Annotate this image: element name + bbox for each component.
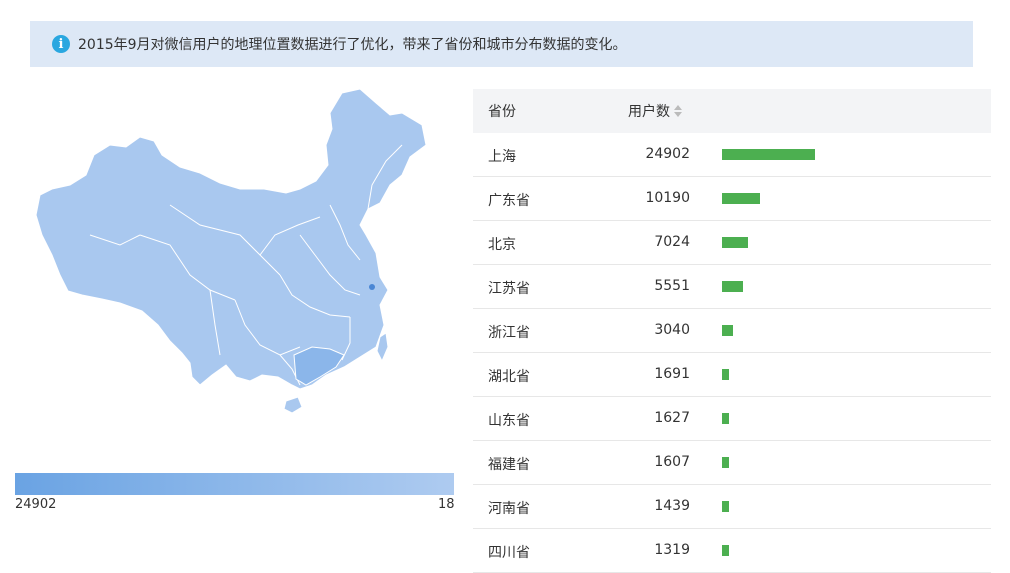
user-count: 24902 [645, 146, 690, 162]
column-header-users[interactable]: 用户数 [628, 101, 682, 121]
column-header-users-label: 用户数 [628, 104, 670, 120]
china-map[interactable] [30, 85, 440, 425]
table-row[interactable]: 山东省 1627 [473, 397, 991, 441]
table-row[interactable]: 江苏省 5551 [473, 265, 991, 309]
user-count-bar [722, 281, 743, 292]
user-count: 1319 [654, 542, 690, 558]
user-count: 7024 [654, 234, 690, 250]
user-count-bar [722, 237, 748, 248]
table-body: 上海 24902 广东省 10190 北京 7024 江苏省 5551 浙江省 3040 湖北省 16… [473, 133, 991, 573]
user-count-bar [722, 193, 760, 204]
user-count: 1627 [654, 410, 690, 426]
province-table: 省份 用户数 上海 24902 广东省 10190 北京 7024 江苏省 5551 浙江省 30… [473, 89, 991, 573]
province-name: 河南省 [488, 501, 530, 517]
province-name: 上海 [488, 149, 516, 165]
user-count-bar [722, 369, 729, 380]
table-row[interactable]: 北京 7024 [473, 221, 991, 265]
table-row[interactable]: 湖北省 1691 [473, 353, 991, 397]
table-row[interactable]: 广东省 10190 [473, 177, 991, 221]
table-row[interactable]: 浙江省 3040 [473, 309, 991, 353]
info-icon: i [52, 35, 70, 53]
user-count-bar [722, 545, 729, 556]
map-region-main[interactable] [35, 88, 427, 390]
province-name: 山东省 [488, 413, 530, 429]
table-row[interactable]: 河南省 1439 [473, 485, 991, 529]
legend-min-label: 18 [438, 497, 455, 512]
table-row[interactable]: 四川省 1319 [473, 529, 991, 573]
legend-gradient-bar[interactable] [15, 473, 454, 495]
table-row[interactable]: 上海 24902 [473, 133, 991, 177]
notice-banner: i 2015年9月对微信用户的地理位置数据进行了优化，带来了省份和城市分布数据的… [30, 21, 973, 67]
sort-icon[interactable] [674, 105, 682, 117]
table-row[interactable]: 福建省 1607 [473, 441, 991, 485]
user-count: 3040 [654, 322, 690, 338]
user-count-bar [722, 413, 729, 424]
notice-text: 2015年9月对微信用户的地理位置数据进行了优化，带来了省份和城市分布数据的变化… [78, 37, 627, 53]
table-header: 省份 用户数 [473, 89, 991, 133]
user-count-bar [722, 501, 729, 512]
province-name: 福建省 [488, 457, 530, 473]
user-count-bar [722, 325, 733, 336]
china-map-svg[interactable] [30, 85, 440, 425]
user-count: 5551 [654, 278, 690, 294]
user-count-bar [722, 149, 815, 160]
map-region-hainan[interactable] [283, 396, 303, 414]
map-region-shanghai[interactable] [369, 284, 375, 290]
legend-max-label: 24902 [15, 497, 57, 512]
user-count: 1439 [654, 498, 690, 514]
province-name: 湖北省 [488, 369, 530, 385]
user-count: 1607 [654, 454, 690, 470]
province-name: 浙江省 [488, 325, 530, 341]
user-count-bar [722, 457, 729, 468]
province-name: 北京 [488, 237, 516, 253]
user-count: 10190 [645, 190, 690, 206]
province-name: 江苏省 [488, 281, 530, 297]
province-name: 广东省 [488, 193, 530, 209]
column-header-province: 省份 [488, 104, 516, 120]
province-name: 四川省 [488, 545, 530, 561]
user-count: 1691 [654, 366, 690, 382]
